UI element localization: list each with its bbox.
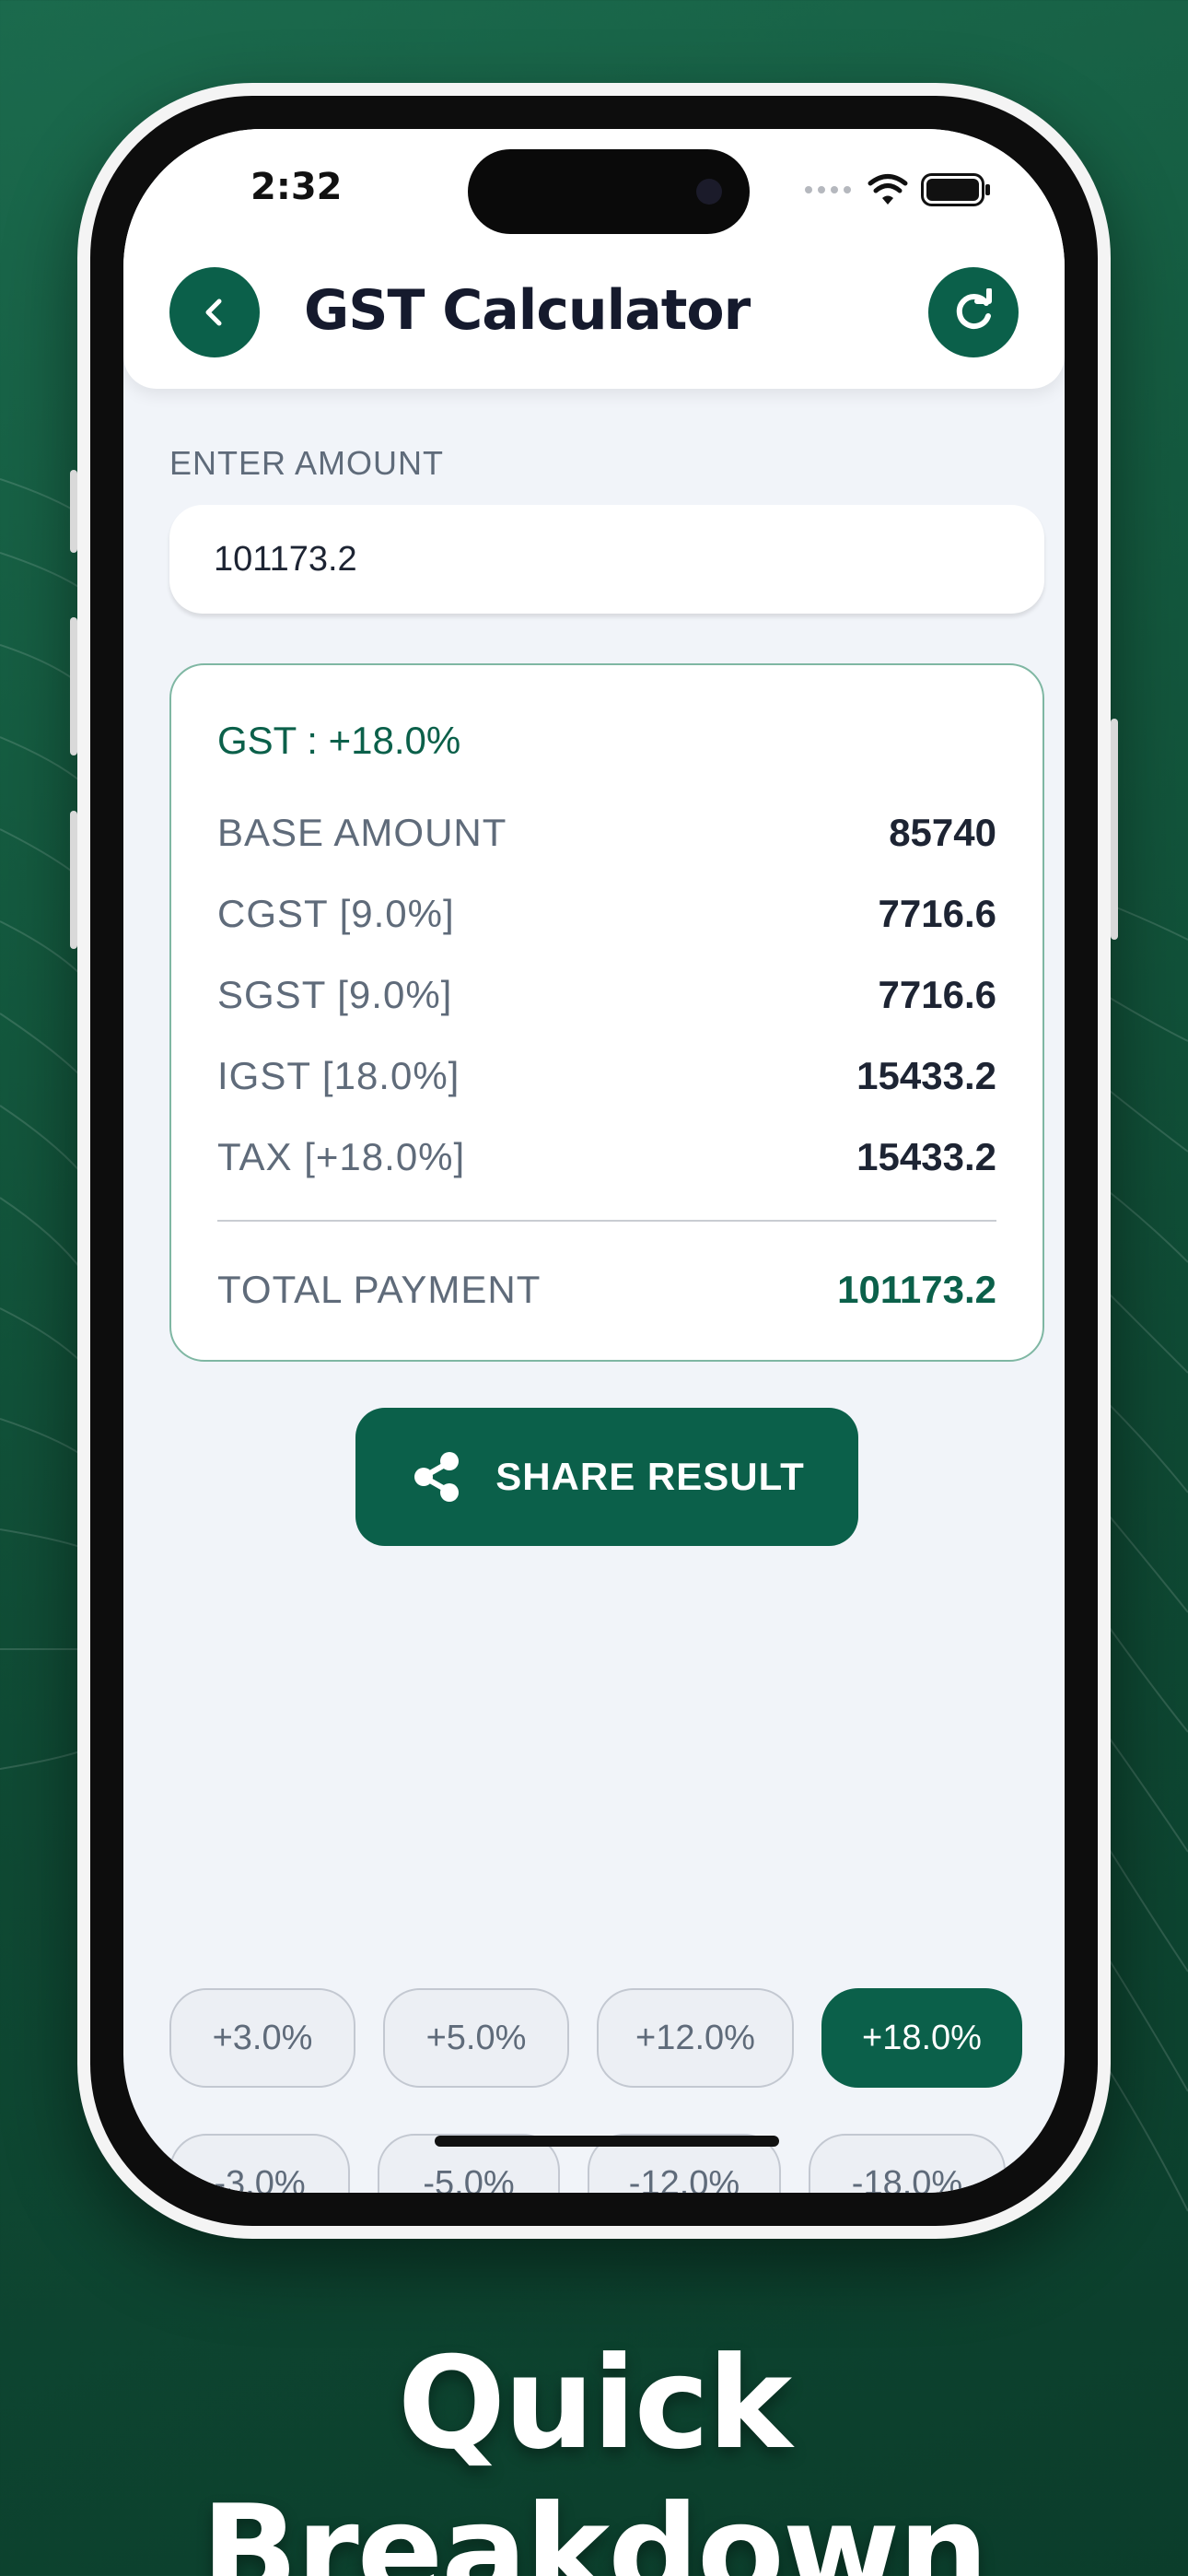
total-value: 101173.2 — [837, 1268, 996, 1311]
row-value: 7716.6 — [878, 973, 996, 1016]
row-value: 7716.6 — [878, 892, 996, 935]
row-label: SGST [9.0%] — [217, 973, 453, 1016]
row-label: BASE AMOUNT — [217, 811, 507, 854]
power-button — [1111, 719, 1118, 940]
status-time: 2:32 — [250, 166, 343, 208]
share-result-button[interactable]: SHARE RESULT — [355, 1408, 858, 1546]
status-icons — [803, 173, 991, 206]
phone-bezel: 2:32 GST Calculator ENTER AMOUNT 101173.… — [90, 96, 1098, 2226]
row-label: IGST [18.0%] — [217, 1054, 460, 1097]
result-row-sgst: SGST [9.0%] 7716.6 — [217, 967, 996, 1023]
chip-add-12[interactable]: +12.0% — [597, 1988, 794, 2088]
result-card: GST : +18.0% BASE AMOUNT 85740 CGST [9.0… — [169, 663, 1044, 1362]
app-bar: 2:32 GST Calculator — [123, 129, 1065, 389]
chip-add-3[interactable]: +3.0% — [169, 1988, 355, 2088]
amount-input[interactable] — [169, 505, 1044, 614]
row-label: TAX [+18.0%] — [217, 1135, 466, 1178]
chip-add-18-selected[interactable]: +18.0% — [821, 1988, 1022, 2088]
result-row-tax: TAX [+18.0%] 15433.2 — [217, 1130, 996, 1185]
back-button[interactable] — [169, 267, 260, 357]
amount-label: ENTER AMOUNT — [169, 444, 445, 482]
divider — [217, 1220, 996, 1222]
silent-switch — [70, 470, 77, 553]
result-row-igst: IGST [18.0%] 15433.2 — [217, 1048, 996, 1104]
chip-add-5[interactable]: +5.0% — [383, 1988, 569, 2088]
camera-icon — [696, 179, 722, 205]
wifi-icon — [868, 174, 908, 205]
share-icon — [414, 1452, 460, 1502]
dynamic-island — [468, 149, 750, 234]
share-button-label: SHARE RESULT — [495, 1455, 805, 1498]
row-value: 85740 — [889, 811, 996, 854]
chip-overflow[interactable] — [1033, 2134, 1065, 2193]
row-label: CGST [9.0%] — [217, 892, 455, 935]
gst-rate-heading: GST : +18.0% — [217, 719, 461, 762]
phone-frame: 2:32 GST Calculator ENTER AMOUNT 101173.… — [70, 83, 1118, 2239]
signal-icon — [805, 186, 851, 193]
chip-remove-18[interactable]: -18.0% — [809, 2134, 1006, 2193]
result-row-base-amount: BASE AMOUNT 85740 — [217, 805, 996, 861]
result-row-cgst: CGST [9.0%] 7716.6 — [217, 886, 996, 942]
volume-up-button — [70, 617, 77, 755]
app-screen: 2:32 GST Calculator ENTER AMOUNT 101173.… — [123, 129, 1065, 2193]
result-row-total: TOTAL PAYMENT 101173.2 — [217, 1262, 996, 1317]
chip-remove-3[interactable]: -3.0% — [169, 2134, 350, 2193]
refresh-icon — [956, 288, 992, 330]
promo-headline: Quick Breakdown — [201, 2329, 988, 2576]
battery-icon — [921, 173, 990, 206]
home-indicator — [435, 2136, 779, 2147]
volume-down-button — [70, 811, 77, 949]
page-title: GST Calculator — [304, 278, 751, 343]
row-value: 15433.2 — [856, 1054, 996, 1097]
row-value: 15433.2 — [856, 1135, 996, 1178]
refresh-button[interactable] — [928, 267, 1019, 357]
total-label: TOTAL PAYMENT — [217, 1268, 542, 1311]
chevron-left-icon — [205, 299, 222, 326]
